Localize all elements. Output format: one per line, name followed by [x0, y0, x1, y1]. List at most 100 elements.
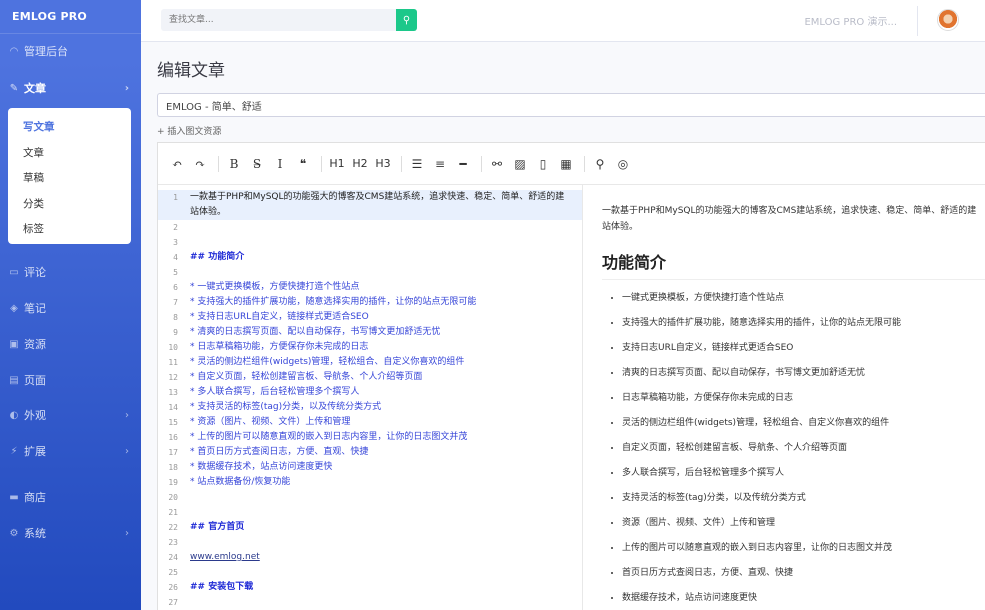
article-title-input[interactable] — [157, 93, 985, 117]
code-line[interactable]: 26 ## 安装包下载 — [158, 580, 582, 595]
page-icon: ▤ — [9, 374, 19, 386]
submenu-item[interactable]: 分类 — [8, 191, 131, 217]
h2-button[interactable]: H2 — [350, 154, 370, 174]
undo-icon[interactable]: ↶ — [167, 154, 187, 174]
preview-list-item: 多人联合撰写，后台轻松管理多个撰写人 — [622, 467, 985, 492]
line-text: ## 官方首页 — [190, 522, 245, 532]
note-icon: ◈ — [10, 302, 18, 314]
site-link[interactable]: EMLOG PRO 演示... — [804, 13, 897, 28]
code-line[interactable]: 8 * 支持日志URL自定义，链接样式更适合SEO — [158, 310, 582, 325]
sidebar-item-label: 资源 — [24, 338, 46, 351]
sidebar-item-6[interactable]: ◐ 外观 › — [0, 405, 141, 425]
speedometer-icon: ◠ — [9, 45, 19, 57]
code-line[interactable]: 20 — [158, 490, 582, 505]
code-line[interactable]: 24 www.emlog.net — [158, 550, 582, 565]
sidebar-item-9[interactable]: ⚙ 系统 › — [0, 523, 141, 543]
code-line[interactable]: 15 * 资源（图片、视频、文件）上传和管理 — [158, 415, 582, 430]
code-line[interactable]: 10 * 日志草稿箱功能，方便保存你未完成的日志 — [158, 340, 582, 355]
preview-list-item: 支持日志URL自定义，链接样式更适合SEO — [622, 342, 985, 367]
preview-list-item: 自定义页面，轻松创建留言板、导航条、个人介绍等页面 — [622, 442, 985, 467]
sidebar-item-5[interactable]: ▤ 页面 — [0, 370, 141, 390]
toolbar-divider — [218, 155, 219, 172]
code-line[interactable]: 4 ## 功能简介 — [158, 250, 582, 265]
search-button[interactable]: ⚲ — [396, 9, 417, 31]
file-icon[interactable]: ▯ — [533, 154, 553, 174]
line-text: * 资源（图片、视频、文件）上传和管理 — [190, 417, 351, 427]
line-number: 13 — [168, 388, 178, 397]
line-text — [182, 565, 190, 580]
preview-list-item: 一键式更换模板，方便快捷打造个性站点 — [622, 292, 985, 317]
submenu-item[interactable]: 写文章 — [8, 114, 131, 140]
brand-logo[interactable]: EMLOG PRO — [0, 0, 141, 34]
line-number: 25 — [168, 568, 178, 577]
ordered-list-icon[interactable]: ≡ — [430, 154, 450, 174]
code-line[interactable]: 3 — [158, 235, 582, 250]
code-line[interactable]: 17 * 首页日历方式查阅日志，方便、直观、快捷 — [158, 445, 582, 460]
line-number: 17 — [168, 448, 178, 457]
line-text — [182, 595, 190, 610]
h3-button[interactable]: H3 — [373, 154, 393, 174]
code-line[interactable]: 12 * 自定义页面，轻松创建留言板、导航条、个人介绍等页面 — [158, 370, 582, 385]
code-line[interactable]: 5 — [158, 265, 582, 280]
code-line[interactable]: 19 * 站点数据备份/恢复功能 — [158, 475, 582, 490]
code-line[interactable]: 25 — [158, 565, 582, 580]
line-number: 24 — [168, 553, 178, 562]
unordered-list-icon[interactable]: ☰ — [407, 154, 427, 174]
code-line[interactable]: 22 ## 官方首页 — [158, 520, 582, 535]
code-line[interactable]: 7 * 支持强大的插件扩展功能，随意选择实用的插件，让你的站点无限可能 — [158, 295, 582, 310]
code-line[interactable]: 11 * 灵活的侧边栏组件(widgets)管理，轻松组合、自定义你喜欢的组件 — [158, 355, 582, 370]
sidebar-item-8[interactable]: ▬ 商店 — [0, 487, 141, 507]
code-scrollbar[interactable] — [582, 185, 583, 435]
line-number: 23 — [168, 538, 178, 547]
code-line[interactable]: 23 — [158, 535, 582, 550]
code-line[interactable]: 27 — [158, 595, 582, 610]
code-line[interactable]: 1 一款基于PHP和MySQL的功能强大的博客及CMS建站系统，追求快速、稳定、简… — [158, 190, 582, 220]
code-line[interactable]: 21 — [158, 505, 582, 520]
article-submenu: 写文章 文章 草稿 分类 标签 — [8, 108, 131, 244]
code-pane[interactable]: 1 一款基于PHP和MySQL的功能强大的博客及CMS建站系统，追求快速、稳定、简… — [158, 185, 583, 610]
table-icon[interactable]: ▦ — [556, 154, 576, 174]
horizontal-rule-icon[interactable]: ━ — [453, 154, 473, 174]
code-line[interactable]: 9 * 清爽的日志撰写页面、配以自动保存，书写博文更加舒适无忧 — [158, 325, 582, 340]
strikethrough-icon[interactable]: S̶ — [247, 154, 267, 174]
code-line[interactable]: 16 * 上传的图片可以随意直观的嵌入到日志内容里，让你的日志图文并茂 — [158, 430, 582, 445]
preview-list-item: 日志草稿箱功能，方便保存你未完成的日志 — [622, 392, 985, 417]
sidebar-item-label: 外观 — [24, 409, 46, 422]
gear-icon: ⚙ — [9, 527, 19, 539]
preview-toggle-icon[interactable]: ◎ — [613, 154, 633, 174]
sidebar-item-7[interactable]: ⚡ 扩展 › — [0, 441, 141, 461]
quote-icon[interactable]: ❝ — [293, 154, 313, 174]
submenu-item[interactable]: 草稿 — [8, 165, 131, 191]
markdown-editor: ↶ ↷ B S̶ I ❝ H1 H2 H3 ☰ ≡ ━ ⚯ ▨ ▯ ▦ ⚲ ◎ 1 一款基于PHP和MySQL的功能… — [157, 142, 985, 610]
preview-list-item: 清爽的日志撰写页面、配以自动保存，书写博文更加舒适无忧 — [622, 367, 985, 392]
line-number: 3 — [173, 238, 178, 247]
link-icon[interactable]: ⚯ — [487, 154, 507, 174]
avatar[interactable] — [937, 9, 959, 31]
h1-button[interactable]: H1 — [327, 154, 347, 174]
bold-icon[interactable]: B — [224, 154, 244, 174]
submenu-item[interactable]: 标签 — [8, 216, 131, 242]
sidebar-item-4[interactable]: ▣ 资源 — [0, 334, 141, 354]
sidebar-item-1[interactable]: ✎ 文章 › — [0, 78, 141, 98]
sidebar-item-3[interactable]: ◈ 笔记 — [0, 298, 141, 318]
insert-media-link[interactable]: + 插入图文资源 — [157, 124, 221, 137]
search-icon[interactable]: ⚲ — [590, 154, 610, 174]
code-line[interactable]: 14 * 支持灵活的标签(tag)分类，以及传统分类方式 — [158, 400, 582, 415]
code-line[interactable]: 13 * 多人联合撰写，后台轻松管理多个撰写人 — [158, 385, 582, 400]
toolbar-divider — [401, 155, 402, 172]
plug-icon: ⚡ — [10, 445, 18, 457]
sidebar-item-2[interactable]: ▭ 评论 — [0, 262, 141, 282]
image-icon[interactable]: ▨ — [510, 154, 530, 174]
code-line[interactable]: 6 * 一键式更换模板，方便快捷打造个性站点 — [158, 280, 582, 295]
search-input[interactable] — [161, 9, 396, 31]
submenu-item[interactable]: 文章 — [8, 140, 131, 166]
redo-icon[interactable]: ↷ — [190, 154, 210, 174]
sidebar-item-label: 扩展 — [24, 445, 46, 458]
italic-icon[interactable]: I — [270, 154, 290, 174]
line-number: 1 — [173, 193, 178, 202]
code-line[interactable]: 18 * 数据缓存技术，站点访问速度更快 — [158, 460, 582, 475]
sidebar-item-0[interactable]: ◠ 管理后台 — [0, 41, 141, 61]
line-number: 20 — [168, 493, 178, 502]
preview-feature-list: 一键式更换模板，方便快捷打造个性站点支持强大的插件扩展功能，随意选择实用的插件，… — [602, 292, 985, 610]
code-line[interactable]: 2 — [158, 220, 582, 235]
